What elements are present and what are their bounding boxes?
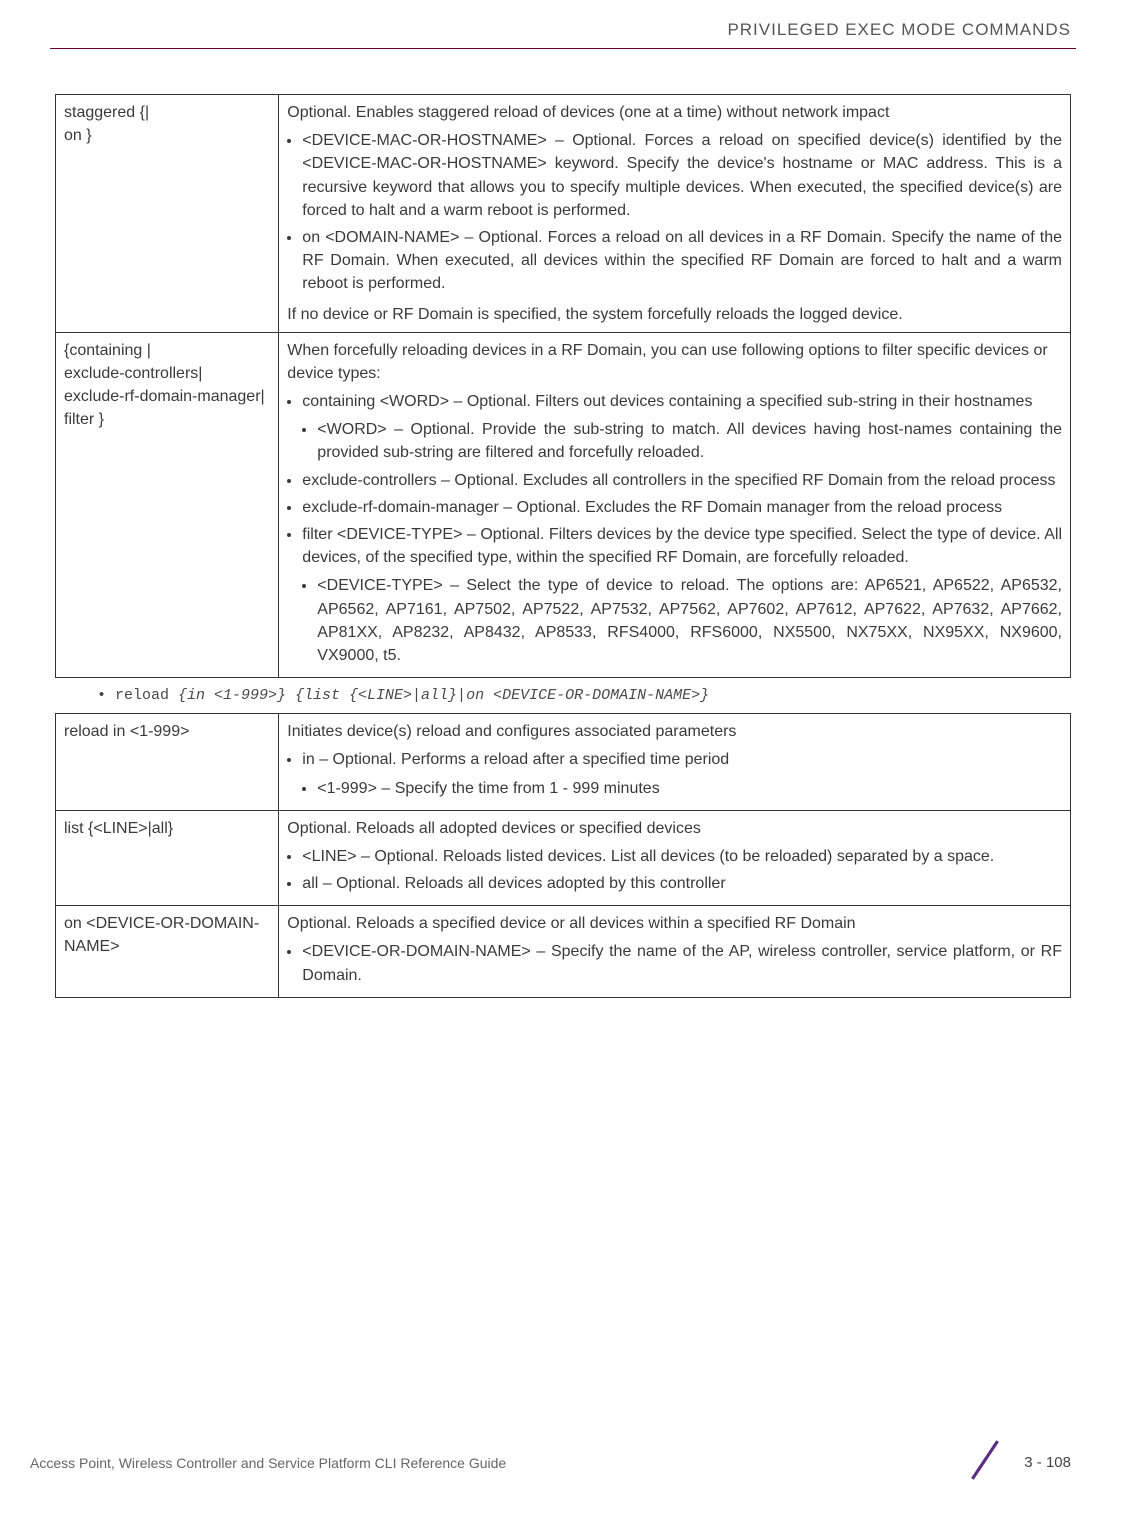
main-content: staggered {|on } Optional. Enables stagg… bbox=[0, 94, 1126, 998]
desc-list: containing <WORD> – Optional. Filters ou… bbox=[287, 390, 1062, 667]
desc-list: <LINE> – Optional. Reloads listed device… bbox=[287, 845, 1062, 895]
desc-list: <DEVICE-OR-DOMAIN-NAME> – Specify the na… bbox=[287, 940, 1062, 986]
param-cell: list {<LINE>|all} bbox=[56, 810, 279, 906]
header-divider bbox=[50, 48, 1076, 49]
bullet-text: in – Optional. Performs a reload after a… bbox=[302, 751, 729, 768]
desc-intro: Optional. Enables staggered reload of de… bbox=[287, 101, 1062, 124]
slash-icon bbox=[964, 1439, 1006, 1486]
list-item: containing <WORD> – Optional. Filters ou… bbox=[302, 390, 1062, 465]
desc-cell: Optional. Reloads a specified device or … bbox=[279, 906, 1071, 998]
sub-item: <1-999> – Specify the time from 1 - 999 … bbox=[317, 777, 1062, 800]
list-item: on <DOMAIN-NAME> – Optional. Forces a re… bbox=[302, 226, 1062, 296]
header-title: PRIVILEGED EXEC MODE COMMANDS bbox=[727, 20, 1071, 39]
command-args: {in <1-999>} {list {<LINE>|all}|on <DEVI… bbox=[178, 687, 709, 704]
desc-cell: Initiates device(s) reload and configure… bbox=[279, 714, 1071, 811]
desc-intro: When forcefully reloading devices in a R… bbox=[287, 339, 1062, 385]
param-text: on <DEVICE-OR-DOMAIN-NAME> bbox=[64, 915, 259, 955]
sub-list: <WORD> – Optional. Provide the sub-strin… bbox=[302, 418, 1062, 464]
table-row: list {<LINE>|all} Optional. Reloads all … bbox=[56, 810, 1071, 906]
table-row: {containing |exclude-controllers|exclude… bbox=[56, 332, 1071, 677]
desc-list: <DEVICE-MAC-OR-HOSTNAME> – Optional. For… bbox=[287, 129, 1062, 295]
page-number: 3 - 108 bbox=[1024, 1454, 1071, 1471]
list-item: exclude-rf-domain-manager – Optional. Ex… bbox=[302, 496, 1062, 519]
param-text: staggered {|on } bbox=[64, 104, 149, 144]
sub-item: <WORD> – Optional. Provide the sub-strin… bbox=[317, 418, 1062, 464]
table-row: staggered {|on } Optional. Enables stagg… bbox=[56, 95, 1071, 333]
param-text: {containing |exclude-controllers|exclude… bbox=[64, 342, 265, 429]
table-row: reload in <1-999> Initiates device(s) re… bbox=[56, 714, 1071, 811]
list-item: filter <DEVICE-TYPE> – Optional. Filters… bbox=[302, 523, 1062, 667]
list-item: <DEVICE-MAC-OR-HOSTNAME> – Optional. For… bbox=[302, 129, 1062, 222]
sub-item: <DEVICE-TYPE> – Select the type of devic… bbox=[317, 574, 1062, 667]
page-footer: Access Point, Wireless Controller and Se… bbox=[0, 1439, 1126, 1486]
table-1: staggered {|on } Optional. Enables stagg… bbox=[55, 94, 1071, 678]
page-header: PRIVILEGED EXEC MODE COMMANDS bbox=[0, 0, 1126, 48]
param-cell: staggered {|on } bbox=[56, 95, 279, 333]
param-text: list {<LINE>|all} bbox=[64, 820, 173, 837]
desc-cell: Optional. Enables staggered reload of de… bbox=[279, 95, 1071, 333]
command-prefix: • reload bbox=[97, 687, 178, 704]
desc-intro: Initiates device(s) reload and configure… bbox=[287, 720, 1062, 743]
bullet-text: filter <DEVICE-TYPE> – Optional. Filters… bbox=[302, 526, 1062, 566]
param-text: reload in <1-999> bbox=[64, 723, 189, 740]
list-item: in – Optional. Performs a reload after a… bbox=[302, 748, 1062, 799]
sub-list: <DEVICE-TYPE> – Select the type of devic… bbox=[302, 574, 1062, 667]
sub-list: <1-999> – Specify the time from 1 - 999 … bbox=[302, 777, 1062, 800]
footer-doc-title: Access Point, Wireless Controller and Se… bbox=[30, 1455, 506, 1471]
desc-intro: Optional. Reloads all adopted devices or… bbox=[287, 817, 1062, 840]
desc-intro: Optional. Reloads a specified device or … bbox=[287, 912, 1062, 935]
bullet-text: containing <WORD> – Optional. Filters ou… bbox=[302, 393, 1032, 410]
command-syntax: • reload {in <1-999>} {list {<LINE>|all}… bbox=[55, 678, 1071, 713]
table-2: reload in <1-999> Initiates device(s) re… bbox=[55, 713, 1071, 998]
desc-after: If no device or RF Domain is specified, … bbox=[287, 303, 1062, 326]
param-cell: on <DEVICE-OR-DOMAIN-NAME> bbox=[56, 906, 279, 998]
desc-cell: Optional. Reloads all adopted devices or… bbox=[279, 810, 1071, 906]
list-item: <LINE> – Optional. Reloads listed device… bbox=[302, 845, 1062, 868]
desc-list: in – Optional. Performs a reload after a… bbox=[287, 748, 1062, 799]
list-item: <DEVICE-OR-DOMAIN-NAME> – Specify the na… bbox=[302, 940, 1062, 986]
desc-cell: When forcefully reloading devices in a R… bbox=[279, 332, 1071, 677]
table-row: on <DEVICE-OR-DOMAIN-NAME> Optional. Rel… bbox=[56, 906, 1071, 998]
footer-right: 3 - 108 bbox=[964, 1439, 1071, 1486]
param-cell: reload in <1-999> bbox=[56, 714, 279, 811]
list-item: all – Optional. Reloads all devices adop… bbox=[302, 872, 1062, 895]
list-item: exclude-controllers – Optional. Excludes… bbox=[302, 469, 1062, 492]
param-cell: {containing |exclude-controllers|exclude… bbox=[56, 332, 279, 677]
